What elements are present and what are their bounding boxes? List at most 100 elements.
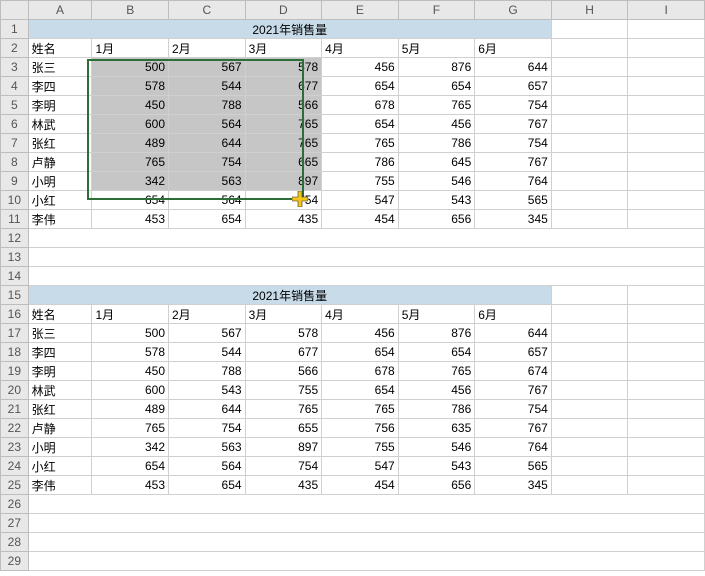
data-cell[interactable]: 543 [398, 457, 475, 476]
data-cell[interactable]: 654 [398, 77, 475, 96]
header-month[interactable]: 5月 [398, 305, 475, 324]
data-cell[interactable]: 547 [322, 191, 399, 210]
data-cell[interactable]: 567 [169, 324, 246, 343]
cell[interactable] [628, 457, 705, 476]
data-cell[interactable]: 765 [398, 96, 475, 115]
data-cell[interactable]: 764 [475, 172, 552, 191]
data-cell[interactable]: 644 [169, 400, 246, 419]
row-header[interactable]: 6 [1, 115, 29, 134]
cell[interactable] [628, 191, 705, 210]
data-cell[interactable]: 876 [398, 58, 475, 77]
data-cell[interactable]: 567 [169, 58, 246, 77]
cell[interactable] [628, 476, 705, 495]
cell[interactable] [628, 324, 705, 343]
data-cell[interactable]: 644 [169, 134, 246, 153]
data-cell[interactable]: 544 [169, 77, 246, 96]
name-cell[interactable]: 小明 [28, 172, 92, 191]
cell[interactable] [551, 381, 628, 400]
name-cell[interactable]: 李伟 [28, 476, 92, 495]
data-cell[interactable]: 674 [475, 362, 552, 381]
name-cell[interactable]: 张红 [28, 400, 92, 419]
cell[interactable] [628, 286, 705, 305]
cell[interactable] [628, 96, 705, 115]
cell[interactable] [551, 58, 628, 77]
row-header[interactable]: 29 [1, 552, 29, 571]
data-cell[interactable]: 754 [475, 400, 552, 419]
row-header[interactable]: 5 [1, 96, 29, 115]
data-cell[interactable]: 767 [475, 115, 552, 134]
row-header[interactable]: 11 [1, 210, 29, 229]
header-month[interactable]: 1月 [92, 39, 169, 58]
table2-title[interactable]: 2021年销售量 [28, 286, 551, 305]
cell[interactable] [628, 20, 705, 39]
header-month[interactable]: 2月 [169, 305, 246, 324]
spreadsheet-grid[interactable]: A B C D E F G H I 1 2021年销售量 2 姓名 1月 2月 … [0, 0, 705, 571]
name-cell[interactable]: 林武 [28, 115, 92, 134]
row-header[interactable]: 9 [1, 172, 29, 191]
data-cell[interactable]: 656 [398, 476, 475, 495]
name-cell[interactable]: 李伟 [28, 210, 92, 229]
row-header[interactable]: 27 [1, 514, 29, 533]
cell[interactable] [628, 305, 705, 324]
data-cell[interactable]: 765 [245, 115, 322, 134]
cell[interactable] [628, 39, 705, 58]
data-cell[interactable]: 566 [245, 96, 322, 115]
data-cell[interactable]: 564 [169, 191, 246, 210]
col-header[interactable]: A [28, 1, 92, 20]
header-name[interactable]: 姓名 [28, 305, 92, 324]
header-name[interactable]: 姓名 [28, 39, 92, 58]
data-cell[interactable]: 345 [475, 210, 552, 229]
cell[interactable] [628, 134, 705, 153]
data-cell[interactable]: 754 [475, 134, 552, 153]
name-cell[interactable]: 张三 [28, 58, 92, 77]
data-cell[interactable]: 755 [322, 438, 399, 457]
data-cell[interactable]: 644 [475, 58, 552, 77]
cell[interactable] [551, 134, 628, 153]
name-cell[interactable]: 卢静 [28, 419, 92, 438]
row-header[interactable]: 18 [1, 343, 29, 362]
col-header[interactable]: D [245, 1, 322, 20]
data-cell[interactable]: 897 [245, 438, 322, 457]
name-cell[interactable]: 李明 [28, 362, 92, 381]
data-cell[interactable]: 500 [92, 58, 169, 77]
data-cell[interactable]: 635 [398, 419, 475, 438]
data-cell[interactable]: 755 [322, 172, 399, 191]
col-header[interactable]: G [475, 1, 552, 20]
header-month[interactable]: 1月 [92, 305, 169, 324]
cell[interactable] [28, 552, 704, 571]
cell[interactable] [628, 210, 705, 229]
data-cell[interactable]: 765 [322, 134, 399, 153]
data-cell[interactable]: 656 [398, 210, 475, 229]
row-header[interactable]: 24 [1, 457, 29, 476]
row-header[interactable]: 13 [1, 248, 29, 267]
data-cell[interactable]: 547 [322, 457, 399, 476]
row-header[interactable]: 28 [1, 533, 29, 552]
row-header[interactable]: 15 [1, 286, 29, 305]
cell[interactable] [551, 77, 628, 96]
data-cell[interactable]: 654 [322, 381, 399, 400]
data-cell[interactable]: 765 [398, 362, 475, 381]
data-cell[interactable]: 754 [475, 96, 552, 115]
row-header[interactable]: 26 [1, 495, 29, 514]
data-cell[interactable]: 786 [398, 400, 475, 419]
header-month[interactable]: 3月 [245, 39, 322, 58]
name-cell[interactable]: 小红 [28, 191, 92, 210]
cell[interactable] [551, 324, 628, 343]
data-cell[interactable]: 342 [92, 172, 169, 191]
cell[interactable] [551, 172, 628, 191]
data-cell[interactable]: 543 [169, 381, 246, 400]
name-cell[interactable]: 张三 [28, 324, 92, 343]
row-header[interactable]: 20 [1, 381, 29, 400]
data-cell[interactable]: 657 [475, 343, 552, 362]
data-cell[interactable]: 754 [245, 191, 322, 210]
data-cell[interactable]: 456 [322, 324, 399, 343]
data-cell[interactable]: 565 [475, 191, 552, 210]
cell[interactable] [551, 191, 628, 210]
data-cell[interactable]: 435 [245, 210, 322, 229]
data-cell[interactable]: 764 [475, 438, 552, 457]
cell[interactable] [628, 438, 705, 457]
data-cell[interactable]: 786 [398, 134, 475, 153]
cell[interactable] [28, 495, 704, 514]
cell[interactable] [551, 305, 628, 324]
data-cell[interactable]: 546 [398, 172, 475, 191]
